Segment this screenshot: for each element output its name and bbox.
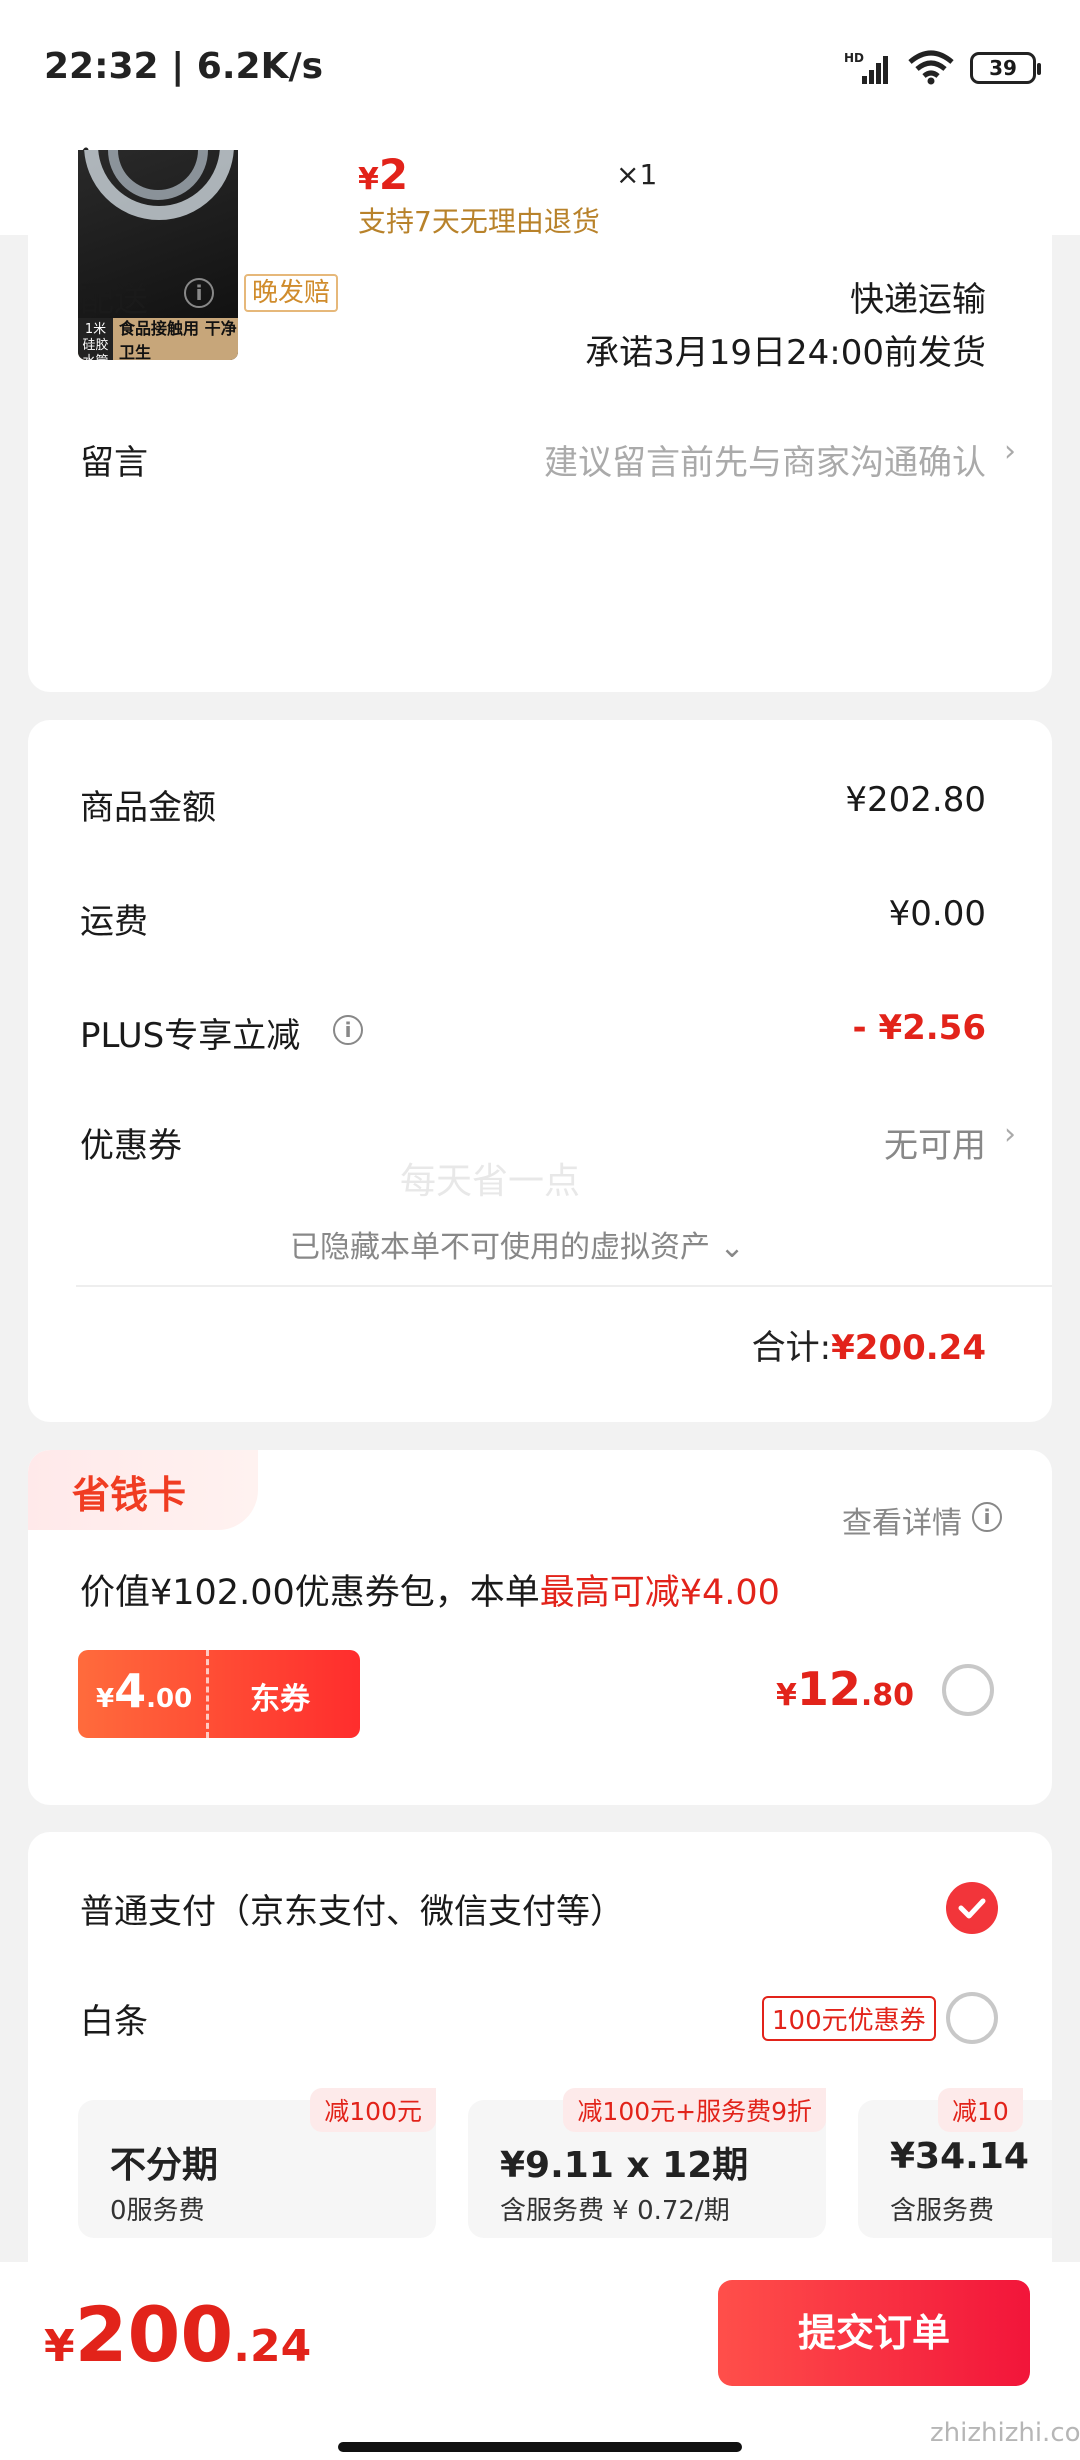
plus-discount-label: PLUS专享立减 bbox=[80, 1016, 301, 1056]
total-row: 合计:¥200.24 bbox=[751, 1328, 986, 1368]
saver-card-radio[interactable] bbox=[942, 1664, 994, 1716]
plan-main: 不分期 bbox=[110, 2145, 219, 2186]
installment-plan[interactable]: 减100元+服务费9折 ¥9.11 x 12期 含服务费 ¥ 0.72/期 bbox=[468, 2088, 826, 2238]
watermark-text: 每天省一点 bbox=[400, 1161, 581, 1202]
coupon-ticket: ¥4.00 东券 bbox=[78, 1650, 360, 1738]
info-icon[interactable]: i bbox=[184, 278, 214, 308]
info-icon[interactable]: i bbox=[972, 1502, 1002, 1532]
baitiao-label: 白条 bbox=[80, 2002, 148, 2042]
message-input[interactable]: 建议留言前先与商家沟通确认 bbox=[544, 435, 986, 484]
delivery-label: 配送 bbox=[80, 280, 148, 320]
saver-card-description: 价值¥102.00优惠券包，本单最高可减¥4.00 bbox=[80, 1573, 780, 1613]
return-policy: 支持7天无理由退货 bbox=[358, 205, 600, 238]
coupon-value[interactable]: 无可用 bbox=[884, 1118, 986, 1167]
late-compensation-tag: 晚发赔 bbox=[244, 274, 339, 312]
coupon-label: 优惠券 bbox=[80, 1126, 182, 1166]
coupon-amount: ¥4.00 bbox=[96, 1664, 193, 1718]
coupon-type: 东券 bbox=[250, 1682, 310, 1717]
wifi-icon bbox=[908, 50, 954, 85]
normal-payment-radio[interactable] bbox=[946, 1882, 998, 1934]
chevron-right-icon[interactable]: › bbox=[1004, 1117, 1016, 1152]
plan-badge: 减10 bbox=[938, 2088, 1023, 2132]
svg-text:HD: HD bbox=[844, 51, 864, 65]
view-details-link[interactable]: 查看详情 bbox=[842, 1498, 962, 1542]
plan-main: ¥9.11 x 12期 bbox=[500, 2145, 749, 2186]
checkmark-icon bbox=[958, 1898, 986, 1919]
saver-card-title: 省钱卡 bbox=[72, 1473, 187, 1517]
shipping-value: ¥0.00 bbox=[888, 894, 986, 934]
site-watermark: zhizhizhi.com bbox=[930, 2418, 1080, 2448]
product-qty: ×1 bbox=[616, 158, 658, 191]
checkout-bar: ¥200.24 提交订单 zhizhizhi.com bbox=[0, 2262, 1080, 2460]
status-bar: 22:32 | 6.2K/s HD 39 bbox=[0, 0, 1080, 130]
delivery-promise: 承诺3月19日24:00前发货 bbox=[585, 333, 986, 373]
price-summary-card: 商品金额 ¥202.80 运费 ¥0.00 PLUS专享立减 i - ¥2.56… bbox=[28, 720, 1052, 1422]
goods-amount-value: ¥202.80 bbox=[845, 780, 986, 820]
delivery-method: 快递运输 bbox=[850, 280, 986, 320]
plan-sub: 含服务费 ¥ 0.72/期 bbox=[500, 2196, 730, 2226]
baitiao-radio[interactable] bbox=[946, 1992, 998, 2044]
plan-sub: 0服务费 bbox=[110, 2196, 205, 2226]
signal-icon: HD bbox=[844, 51, 888, 84]
info-icon[interactable]: i bbox=[333, 1015, 363, 1045]
submit-order-button[interactable]: 提交订单 bbox=[718, 2280, 1030, 2386]
divider bbox=[76, 1285, 1052, 1287]
status-time: 22:32 | 6.2K/s bbox=[44, 46, 324, 87]
installment-plan[interactable]: 减100元 不分期 0服务费 bbox=[78, 2088, 436, 2238]
plus-discount-value: - ¥2.56 bbox=[852, 1008, 987, 1048]
product-image[interactable]: 1米硅胶水管 食品接触用 干净卫生 bbox=[78, 150, 238, 360]
order-item-card: 1米硅胶水管 食品接触用 干净卫生 ¥2 ×1 支持7天无理由退货 配送 i 晚… bbox=[28, 150, 1052, 692]
chevron-down-icon: ⌄ bbox=[710, 1230, 745, 1265]
installment-plan[interactable]: 减10 ¥34.14 含服务费 bbox=[858, 2088, 1052, 2238]
battery-icon: 39 bbox=[970, 52, 1041, 84]
message-label: 留言 bbox=[80, 443, 148, 483]
saver-card: 省钱卡 查看详情 i 价值¥102.00优惠券包，本单最高可减¥4.00 ¥4.… bbox=[28, 1450, 1052, 1805]
goods-amount-label: 商品金额 bbox=[80, 788, 216, 828]
baitiao-coupon-tag: 100元优惠券 bbox=[762, 1996, 936, 2041]
plan-main: ¥34.14 bbox=[890, 2136, 1029, 2177]
saver-card-price: ¥12.80 bbox=[775, 1662, 914, 1716]
product-price: ¥2 bbox=[358, 150, 409, 199]
payment-card: 普通支付（京东支付、微信支付等） 白条 100元优惠券 减100元 不分期 0服… bbox=[28, 1832, 1052, 2292]
shipping-label: 运费 bbox=[80, 902, 148, 942]
hidden-assets-toggle[interactable]: 已隐藏本单不可使用的虚拟资产 ⌄ bbox=[290, 1222, 745, 1266]
status-icons: HD 39 bbox=[844, 48, 1041, 88]
home-indicator[interactable] bbox=[338, 2442, 742, 2452]
payable-total: ¥200.24 bbox=[44, 2290, 312, 2379]
plan-sub: 含服务费 bbox=[890, 2196, 995, 2226]
chevron-right-icon[interactable]: › bbox=[1004, 434, 1016, 469]
product-image-tag-right: 食品接触用 干净卫生 bbox=[119, 319, 237, 360]
plan-badge: 减100元 bbox=[310, 2088, 436, 2132]
plan-badge: 减100元+服务费9折 bbox=[563, 2088, 826, 2132]
product-image-tag-left: 1米硅胶水管 bbox=[78, 318, 113, 360]
normal-payment-label: 普通支付（京东支付、微信支付等） bbox=[80, 1892, 624, 1932]
